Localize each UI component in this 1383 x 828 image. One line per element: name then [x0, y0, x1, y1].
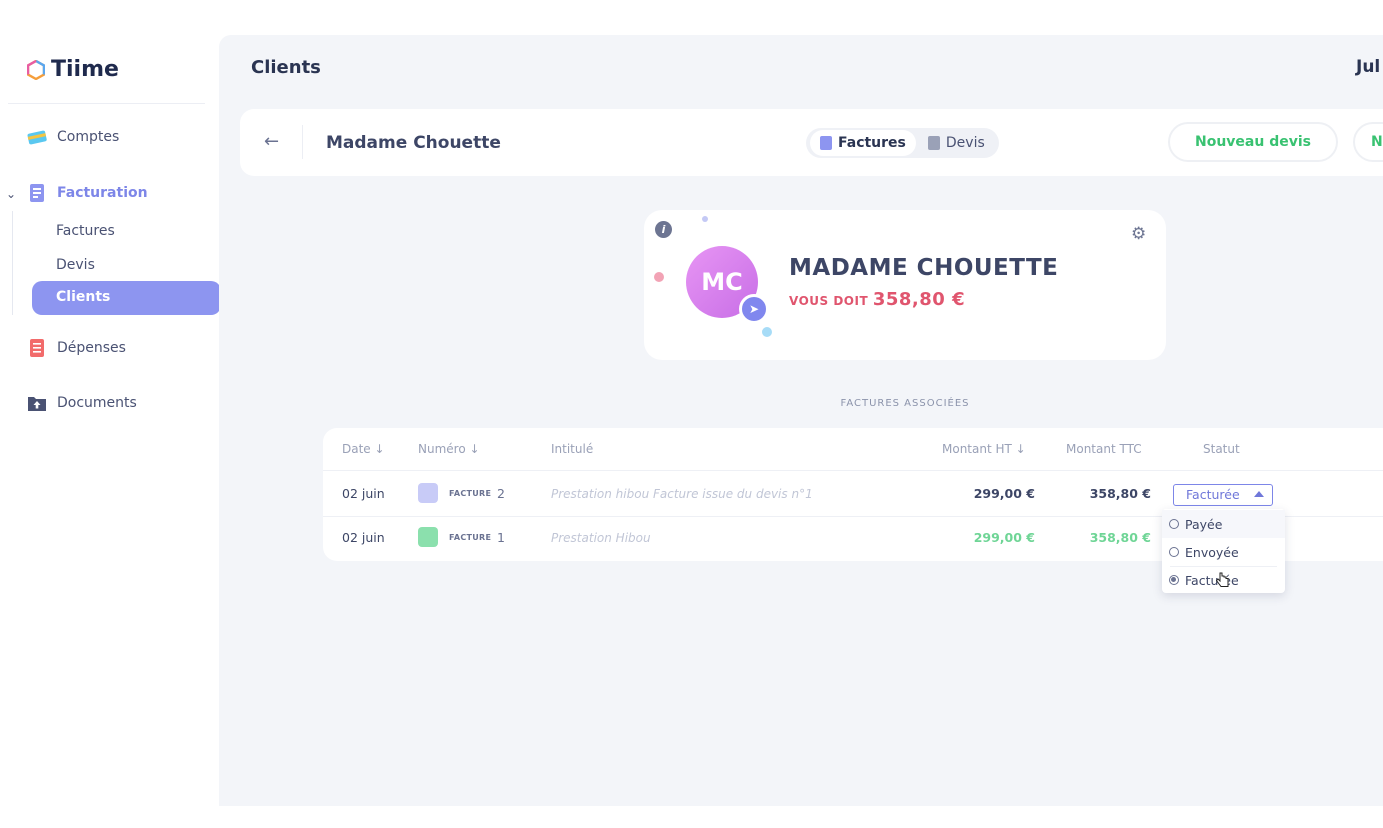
column-header-montant-ht[interactable]: Montant HT ↓ — [942, 442, 1026, 456]
tab-label: Factures — [838, 135, 906, 151]
submenu-guide-line — [12, 211, 13, 315]
sidebar-item-label: Documents — [57, 395, 137, 411]
sidebar-divider — [8, 103, 205, 104]
status-option-payee[interactable]: Payée — [1162, 510, 1285, 538]
new-quote-button[interactable]: Nouveau devis — [1168, 122, 1338, 162]
column-header-date[interactable]: Date ↓ — [342, 442, 385, 456]
balance-line: VOUS DOIT 358,80 € — [789, 289, 965, 310]
app-name: Tiime — [51, 57, 119, 82]
status-value: Facturée — [1186, 487, 1240, 502]
status-option-envoyee[interactable]: Envoyée — [1162, 538, 1285, 566]
radio-selected-icon — [1169, 575, 1179, 585]
card-icon — [27, 130, 47, 145]
tab-factures[interactable]: Factures — [810, 130, 916, 156]
sidebar-item-documents[interactable]: Documents — [27, 393, 137, 413]
cell-type: FACTURE — [449, 489, 492, 498]
sidebar-item-depenses[interactable]: Dépenses — [27, 338, 126, 358]
cell-number: 1 — [497, 530, 505, 545]
page-title: Clients — [251, 57, 321, 78]
owes-amount: 358,80 € — [872, 289, 966, 310]
logo-hexagon-icon — [27, 59, 45, 80]
option-label: Facturée — [1185, 572, 1239, 588]
quote-icon — [927, 136, 940, 150]
section-title: FACTURES ASSOCIÉES — [840, 398, 970, 409]
invoice-icon — [30, 184, 44, 202]
hand-cursor-icon — [1216, 572, 1229, 587]
sidebar-item-comptes[interactable]: Comptes — [27, 127, 119, 147]
client-profile-card: i ⚙ MC ➤ MADAME CHOUETTE VOUS DOIT 358,8… — [644, 210, 1166, 360]
row-divider — [323, 470, 1383, 471]
cell-date: 02 juin — [342, 486, 385, 501]
logo[interactable]: Tiime — [27, 57, 119, 82]
sidebar: Tiime Comptes ⌄ Facturation Factures Dev… — [0, 35, 221, 806]
profile-name: MADAME CHOUETTE — [789, 255, 1059, 281]
column-header-montant-ttc: Montant TTC — [1066, 442, 1142, 456]
option-label: Payée — [1185, 516, 1223, 532]
header-divider — [302, 125, 303, 159]
app-window: Tiime Comptes ⌄ Facturation Factures Dev… — [0, 35, 1383, 806]
column-header-statut: Statut — [1203, 442, 1240, 456]
sidebar-subitem-devis[interactable]: Devis — [56, 257, 95, 273]
cell-montant-ht: 299,00 € — [973, 530, 1035, 545]
invoice-paid-icon — [418, 527, 438, 547]
decor-dot — [762, 327, 772, 337]
cell-title: Prestation Hibou — [551, 531, 651, 545]
caret-up-icon — [1254, 491, 1264, 497]
option-label: Envoyée — [1185, 544, 1239, 560]
sidebar-subitem-clients[interactable]: Clients — [32, 281, 221, 315]
sidebar-subitem-factures[interactable]: Factures — [56, 223, 115, 239]
decor-dot — [654, 272, 664, 282]
cell-date: 02 juin — [342, 530, 385, 545]
cell-montant-ttc: 358,80 € — [1089, 530, 1151, 545]
send-icon: ➤ — [739, 294, 769, 324]
column-header-numero[interactable]: Numéro ↓ — [418, 442, 480, 456]
invoice-sent-icon — [418, 483, 438, 503]
new-invoice-button[interactable]: N — [1353, 122, 1383, 162]
tab-switcher: Factures Devis — [806, 128, 999, 158]
tab-label: Devis — [945, 135, 985, 151]
cell-montant-ttc: 358,80 € — [1089, 486, 1151, 501]
sidebar-item-label: Comptes — [57, 129, 120, 145]
sidebar-item-facturation[interactable]: Facturation — [27, 183, 148, 203]
cell-number: 2 — [497, 486, 505, 501]
invoice-icon — [820, 136, 832, 150]
user-name[interactable]: Jul — [1356, 57, 1380, 77]
receipt-icon — [30, 339, 44, 357]
radio-icon — [1169, 547, 1179, 557]
chevron-down-icon[interactable]: ⌄ — [6, 187, 16, 201]
column-header-intitule: Intitulé — [551, 442, 594, 456]
info-icon[interactable]: i — [655, 221, 672, 238]
cell-title: Prestation hibou Facture issue du devis … — [551, 487, 813, 501]
sidebar-item-label: Facturation — [57, 185, 148, 201]
gear-icon[interactable]: ⚙ — [1131, 224, 1146, 244]
sidebar-item-label: Dépenses — [57, 340, 126, 356]
status-select[interactable]: Facturée — [1173, 484, 1273, 506]
cell-montant-ht: 299,00 € — [973, 486, 1035, 501]
owes-label: VOUS DOIT — [789, 294, 869, 308]
back-arrow-icon[interactable]: ← — [264, 131, 279, 152]
radio-icon — [1169, 519, 1179, 529]
decor-dot — [702, 216, 708, 222]
cell-type: FACTURE — [449, 533, 492, 542]
folder-upload-icon — [28, 397, 46, 411]
client-header-bar: ← Madame Chouette Factures Devis Nouveau… — [240, 109, 1383, 176]
main-content: Clients Jul ← Madame Chouette Factures D… — [219, 35, 1383, 806]
tab-devis[interactable]: Devis — [918, 130, 995, 156]
client-name: Madame Chouette — [326, 133, 501, 153]
